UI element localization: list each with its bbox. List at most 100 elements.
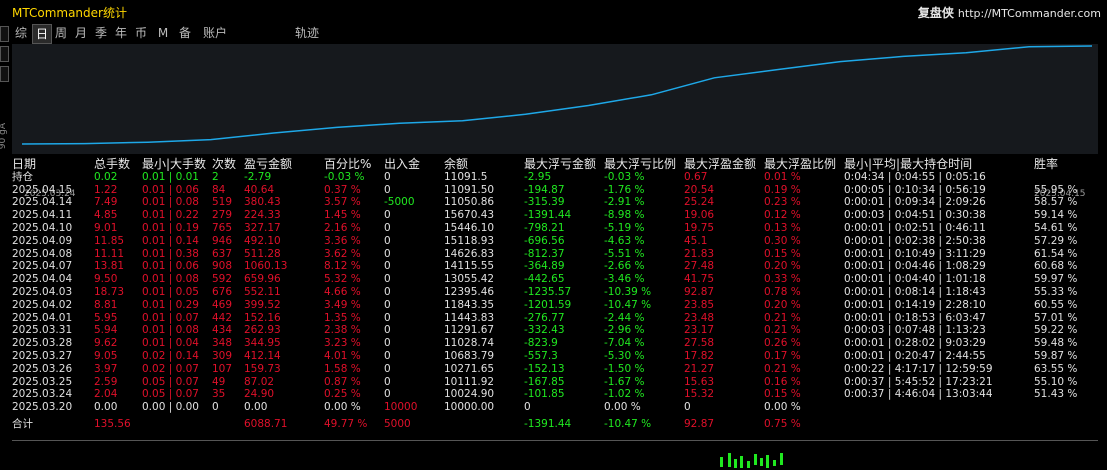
table-row-col-0: 2025.03.28 — [12, 337, 73, 350]
table-row-col-5: 0.87 % — [324, 375, 361, 388]
table-row-col-0: 2025.04.11 — [12, 209, 73, 222]
tab-10[interactable]: 轨迹 — [292, 24, 322, 42]
total-row-col-4: 6088.71 — [244, 417, 288, 430]
tab-7[interactable]: M — [154, 24, 172, 42]
table-row: 2025.03.27 9.05 0.02 | 0.14 309 412.14 4.01 %… — [12, 350, 1098, 363]
tab-9[interactable]: 账户 — [200, 24, 230, 42]
tab-6[interactable]: 币 — [132, 24, 150, 42]
table-row-col-8: -276.77 — [524, 311, 565, 324]
table-row-col-2: 0.00 | 0.00 — [142, 401, 199, 414]
table-row: 2025.03.28 9.62 0.01 | 0.04 348 344.95 3.23 %… — [12, 337, 1098, 350]
table-row-col-0: 2025.03.26 — [12, 362, 73, 375]
table-row-col-1: 8.81 — [94, 298, 118, 311]
total-row-col-11: 0.75 % — [764, 417, 801, 430]
gutter-button-2[interactable] — [0, 46, 9, 62]
table-row-col-10: 15.63 — [684, 375, 715, 388]
table-row-col-13: 51.43 % — [1034, 388, 1078, 401]
table-header-col-10: 最大浮盈金额 — [684, 157, 757, 171]
table-header-col-6: 出入金 — [384, 157, 421, 171]
tab-3[interactable]: 月 — [72, 24, 90, 42]
table-row-col-13: 57.29 % — [1034, 234, 1078, 247]
position-row-col-6: 0 — [384, 170, 391, 183]
table-row-col-0: 2025.03.27 — [12, 349, 73, 362]
table-row-col-10: 23.85 — [684, 298, 715, 311]
table-row-col-12: 0:00:01 | 0:14:19 | 2:28:10 — [844, 298, 986, 311]
right-scale — [1098, 44, 1107, 449]
table-row-col-9: -1.67 % — [604, 375, 645, 388]
table-row-col-6: 0 — [384, 362, 391, 375]
position-row-col-11: 0.01 % — [764, 170, 801, 183]
table-row-col-4: 0.00 — [244, 401, 268, 414]
table-row-col-6: 0 — [384, 375, 391, 388]
table-row-col-0: 2025.03.31 — [12, 324, 73, 337]
table-row-col-0: 2025.04.03 — [12, 285, 73, 298]
tab-4[interactable]: 季 — [92, 24, 110, 42]
table-row-col-1: 13.81 — [94, 260, 125, 273]
table-row-col-8: -152.13 — [524, 362, 565, 375]
brand-url[interactable]: http://MTCommander.com — [958, 7, 1101, 20]
table-row-col-3: 519 — [212, 196, 233, 209]
brand[interactable]: 复盘侠 http://MTCommander.com — [918, 4, 1101, 21]
table-row-col-13: 55.10 % — [1034, 375, 1078, 388]
table-row-col-3: 279 — [212, 209, 233, 222]
table-row: 2025.04.03 18.73 0.01 | 0.05 676 552.11 4.66 … — [12, 286, 1098, 299]
table-row-col-0: 2025.04.15 — [12, 183, 73, 196]
table-row-col-8: -167.85 — [524, 375, 565, 388]
table-row-col-13: 59.14 % — [1034, 209, 1078, 222]
tab-5[interactable]: 年 — [112, 24, 130, 42]
table-row-col-4: 24.90 — [244, 388, 275, 401]
table-row-col-5: 4.66 % — [324, 285, 361, 298]
table-row-col-3: 469 — [212, 298, 233, 311]
table-row-col-9: -2.66 % — [604, 260, 645, 273]
table-row-col-7: 14115.55 — [444, 260, 495, 273]
table-row-col-4: 159.73 — [244, 362, 281, 375]
table-row-col-5: 0.00 % — [324, 401, 361, 414]
table-row-col-1: 3.97 — [94, 362, 118, 375]
table-row-col-12: 0:00:01 | 0:28:02 | 9:03:29 — [844, 337, 986, 350]
table-row: 2025.04.15 1.22 0.01 | 0.06 84 40.64 0.37 % 0 1… — [12, 184, 1098, 197]
table-row-col-8: -364.89 — [524, 260, 565, 273]
tab-1[interactable]: 日 — [32, 24, 52, 44]
table-row-col-8: -696.56 — [524, 234, 565, 247]
table-row: 2025.04.01 5.95 0.01 | 0.07 442 152.16 1.35 %… — [12, 312, 1098, 325]
table-row-col-2: 0.01 | 0.04 — [142, 337, 199, 350]
tab-2[interactable]: 周 — [52, 24, 70, 42]
table-row-col-5: 0.37 % — [324, 183, 361, 196]
tab-8[interactable]: 备 — [176, 24, 194, 42]
table-row-col-13: 55.33 % — [1034, 285, 1078, 298]
table-row-col-8: -442.65 — [524, 273, 565, 286]
table-row-col-13: 57.01 % — [1034, 311, 1078, 324]
table-row-col-7: 11028.74 — [444, 337, 495, 350]
table-row-col-9: -10.47 % — [604, 298, 652, 311]
mini-candle — [766, 455, 769, 468]
tab-0[interactable]: 综 — [12, 24, 30, 42]
table-row-col-9: -4.63 % — [604, 234, 645, 247]
table-row-col-10: 21.83 — [684, 247, 715, 260]
table-row-col-12: 0:00:01 | 0:04:40 | 1:01:18 — [844, 273, 986, 286]
table-header-col-7: 余额 — [444, 157, 469, 171]
table-header-col-11: 最大浮盈比例 — [764, 157, 837, 171]
table-row-col-5: 2.38 % — [324, 324, 361, 337]
table-row-col-9: -2.44 % — [604, 311, 645, 324]
table-row-col-3: 0 — [212, 401, 219, 414]
table-row-col-11: 0.78 % — [764, 285, 801, 298]
table-row: 2025.03.24 2.04 0.05 | 0.07 35 24.90 0.25 % 0 1… — [12, 388, 1098, 401]
position-row-col-1: 0.02 — [94, 170, 118, 183]
title-bar: MTCommander统计 复盘侠 http://MTCommander.com — [0, 0, 1107, 23]
table-row-col-1: 5.94 — [94, 324, 118, 337]
table-row-col-1: 9.01 — [94, 221, 118, 234]
mini-candle — [754, 454, 757, 465]
table-row-col-13: 61.54 % — [1034, 247, 1078, 260]
table-row-col-7: 12395.46 — [444, 285, 495, 298]
gutter-button-1[interactable] — [0, 26, 9, 42]
table-row-col-10: 45.1 — [684, 234, 708, 247]
table-row-col-6: 0 — [384, 388, 391, 401]
equity-chart: 2025.03.24 2025.04.15 — [12, 44, 1098, 199]
table-row-col-5: 5.32 % — [324, 273, 361, 286]
gutter-button-3[interactable] — [0, 66, 9, 82]
table-row-col-5: 1.58 % — [324, 362, 361, 375]
table-row-col-7: 15670.43 — [444, 209, 495, 222]
table-row-col-4: 399.52 — [244, 298, 281, 311]
table-row-col-3: 49 — [212, 375, 226, 388]
table-row: 2025.04.04 9.50 0.01 | 0.08 592 659.96 5.32 %… — [12, 273, 1098, 286]
